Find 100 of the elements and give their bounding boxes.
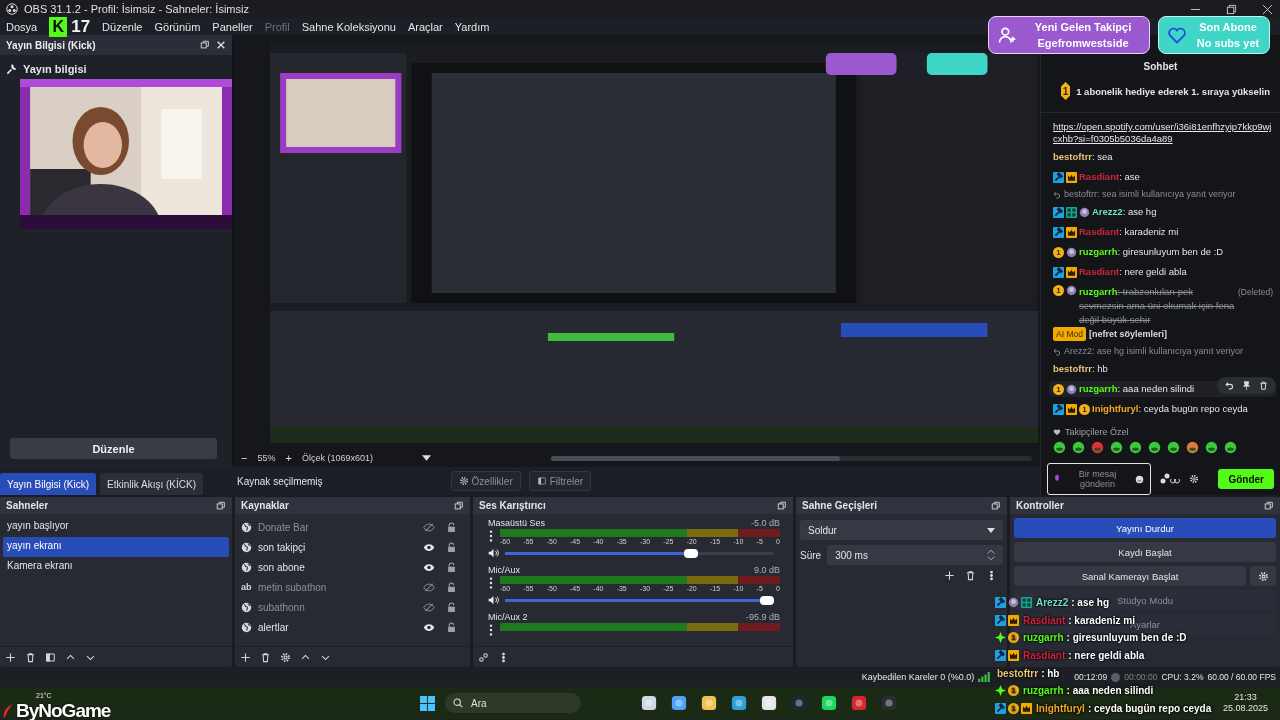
app-icon[interactable] — [821, 695, 837, 711]
lock-icon[interactable] — [447, 581, 456, 593]
app-icon[interactable] — [671, 695, 687, 711]
lock-icon[interactable] — [447, 541, 456, 553]
app-icon[interactable] — [641, 695, 657, 711]
scrollbar[interactable] — [550, 455, 1032, 461]
float-icon[interactable] — [991, 500, 1001, 511]
filter-icon[interactable] — [45, 651, 56, 663]
control-button[interactable]: Yayını Durdur — [1014, 518, 1276, 538]
menu-item[interactable]: Sahne Koleksiyonu — [301, 20, 396, 33]
chat-username: ruzgarrh — [1023, 685, 1064, 697]
dock-tab[interactable]: Yayın Bilgisi (Kick) — [0, 473, 97, 495]
scene-item[interactable]: yayın başlıyor — [3, 517, 229, 537]
trash-icon[interactable] — [1259, 381, 1268, 390]
more-icon[interactable] — [488, 623, 494, 637]
hidden-eye-icon[interactable] — [423, 602, 435, 612]
smiley-icon[interactable] — [1135, 474, 1144, 484]
volume-slider[interactable] — [505, 548, 774, 558]
float-icon[interactable] — [200, 40, 210, 50]
caret-icon[interactable] — [421, 455, 431, 461]
transition-dropdown[interactable]: Soldur — [800, 520, 1003, 540]
eye-icon[interactable] — [423, 562, 435, 572]
scale-dropdown[interactable]: Ölçek (1069x601) — [301, 453, 412, 463]
emote-icon[interactable] — [1110, 441, 1123, 454]
lock-icon[interactable] — [447, 601, 456, 613]
settings-icon[interactable] — [280, 651, 291, 663]
eye-icon[interactable] — [423, 622, 435, 632]
edit-button[interactable]: Düzenle — [10, 438, 217, 459]
duration-field[interactable]: 300 ms — [827, 545, 1003, 565]
float-icon[interactable] — [216, 500, 226, 511]
source-name[interactable]: subathonn — [258, 601, 305, 613]
control-button[interactable]: Kaydı Başlat — [1014, 542, 1276, 562]
speaker-icon[interactable] — [488, 548, 499, 558]
stepper-arrows-icon[interactable] — [987, 549, 995, 561]
app-icon[interactable] — [731, 695, 747, 711]
source-name[interactable]: metin subathon — [258, 581, 327, 593]
lock-icon[interactable] — [447, 621, 456, 633]
properties-button[interactable]: Özellikler — [450, 471, 521, 491]
emote-icon[interactable] — [1148, 441, 1161, 454]
pin-icon[interactable] — [1242, 381, 1251, 390]
close-icon[interactable] — [1262, 3, 1273, 15]
eye-icon[interactable] — [423, 542, 435, 552]
add-icon[interactable] — [944, 570, 955, 581]
chat-link[interactable]: https://open.spotify.com/user/i36i81enfhzyip7kkp9wjcxhb?si=f0305b5036da4a89 — [1053, 121, 1276, 145]
send-button[interactable]: Gönder — [1218, 469, 1274, 489]
dock-tab[interactable]: Etkinlik Akışı (KİCK) — [100, 473, 203, 495]
menu-item[interactable]: Yardım — [454, 20, 490, 33]
advanced-audio-icon[interactable] — [478, 651, 489, 663]
float-icon[interactable] — [1264, 500, 1274, 511]
source-name[interactable]: son abone — [258, 561, 305, 573]
hidden-eye-icon[interactable] — [423, 582, 435, 592]
windows-logo-icon[interactable] — [420, 695, 435, 711]
volume-slider[interactable] — [505, 595, 774, 605]
emote-icon[interactable] — [1167, 441, 1180, 454]
menu-item[interactable]: Paneller — [212, 20, 253, 33]
add-icon[interactable] — [5, 651, 16, 663]
emote-icon[interactable] — [1091, 441, 1104, 454]
settings-icon[interactable] — [1189, 474, 1199, 484]
emote-icon[interactable] — [1129, 441, 1142, 454]
app-icon[interactable] — [761, 695, 777, 711]
trash-icon[interactable] — [965, 570, 976, 581]
emote-icon[interactable] — [1053, 441, 1066, 454]
chat-message: bestoftrr: hb — [1053, 362, 1108, 376]
more-icon[interactable] — [488, 529, 494, 543]
float-icon[interactable] — [454, 500, 464, 511]
lock-icon[interactable] — [447, 521, 456, 533]
lock-icon[interactable] — [447, 561, 456, 573]
avatar-badge-icon — [1079, 206, 1090, 218]
scene-item[interactable]: Kamera ekranı — [3, 557, 229, 577]
trash-icon[interactable] — [25, 651, 36, 663]
source-name[interactable]: alertlar — [258, 621, 289, 633]
restore-icon[interactable] — [1226, 3, 1237, 15]
search-field[interactable]: Ara — [445, 693, 581, 713]
settings-button[interactable] — [1250, 566, 1276, 586]
add-icon[interactable] — [240, 651, 251, 663]
menu-item[interactable]: Düzenle — [102, 20, 143, 33]
float-icon[interactable] — [777, 500, 787, 511]
trash-icon[interactable] — [260, 651, 271, 663]
control-button[interactable]: Sanal Kamerayı Başlat — [1014, 566, 1246, 586]
emote-icon[interactable] — [1205, 441, 1218, 454]
message-input[interactable]: Bir mesaj gönderin — [1047, 463, 1151, 495]
menu-item[interactable]: Görünüm — [154, 20, 201, 33]
filters-button[interactable]: Filtreler — [528, 471, 592, 491]
reply-icon[interactable] — [1225, 381, 1234, 390]
source-name[interactable]: son takipçi — [258, 541, 306, 553]
more-icon[interactable] — [488, 576, 494, 590]
hidden-eye-icon[interactable] — [423, 522, 435, 532]
points-icon[interactable] — [1159, 473, 1181, 485]
speaker-icon[interactable] — [488, 595, 499, 605]
emote-icon[interactable] — [1186, 441, 1199, 454]
zoom-out-button[interactable]: − — [241, 452, 248, 464]
scene-item[interactable]: yayın ekranı — [3, 537, 229, 557]
menu-item[interactable]: Dosya — [6, 20, 38, 33]
zoom-in-button[interactable]: + — [285, 452, 292, 464]
app-icon[interactable] — [701, 695, 717, 711]
emote-icon[interactable] — [1072, 441, 1085, 454]
source-name[interactable]: Donate Bar — [258, 521, 309, 533]
menu-item[interactable]: Araçlar — [407, 20, 443, 33]
close-icon[interactable] — [216, 40, 226, 50]
emote-icon[interactable] — [1224, 441, 1237, 454]
